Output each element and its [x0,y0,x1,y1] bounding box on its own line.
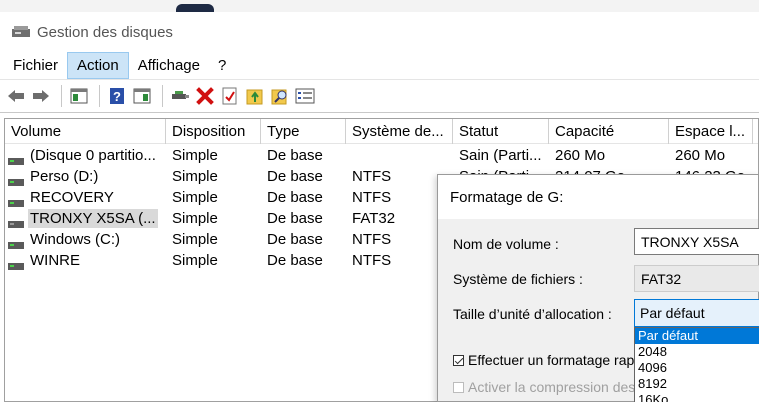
back-icon[interactable] [5,85,27,107]
window-title: Gestion des disques [37,23,173,41]
cell-disposition: Simple [172,147,218,164]
volume-icon [8,257,24,270]
dialog-title: Formatage de G: [438,175,758,219]
help-icon[interactable]: ? [106,85,128,107]
column-headers: Volume Disposition Type Système de... St… [5,119,758,144]
volume-name: Windows (C:) [30,231,121,248]
volume-name: RECOVERY [30,189,114,206]
toolbar-separator [99,85,100,107]
title-bar: Gestion des disques [0,12,759,52]
menu-help[interactable]: ? [209,52,235,79]
toolbar-separator [162,85,163,107]
quick-format-label: Effectuer un formatage rapide [468,352,653,368]
volume-name: Perso (D:) [30,168,99,185]
action-pane-icon[interactable] [131,85,153,107]
explore-icon[interactable] [269,85,291,107]
properties-icon[interactable] [219,85,241,107]
toolbar-separator [61,85,62,107]
disk-management-icon [11,24,31,40]
cell-type: De base [267,168,323,185]
allocation-option[interactable]: 8192 [635,376,759,392]
taskbar-tab [176,4,214,12]
cell-type: De base [267,210,323,227]
filesystem-select[interactable]: FAT32 [634,265,759,292]
volume-icon [8,152,24,165]
menu-action[interactable]: Action [67,52,129,79]
connect-icon[interactable] [169,85,191,107]
cell-free-space: 260 Mo [675,147,726,164]
column-header-filesystem[interactable]: Système de... [346,119,453,144]
open-icon[interactable] [244,85,266,107]
list-view-icon[interactable] [294,85,316,107]
console-tree-icon[interactable] [68,85,90,107]
cell-disposition: Simple [172,210,218,227]
compression-checkbox [453,381,464,393]
format-dialog: Formatage de G: Nom de volume : TRONXY X… [437,174,759,402]
cell-capacity: 260 Mo [555,147,606,164]
delete-icon[interactable] [194,85,216,107]
menu-bar: Fichier Action Affichage ? [0,52,759,79]
allocation-size-select[interactable]: Par défaut [634,299,759,327]
cell-status: Sain (Parti... [459,147,542,164]
allocation-size-dropdown: Par défaut 2048 4096 8192 16Ko [634,327,759,402]
column-header-status[interactable]: Statut [453,119,549,144]
toolbar: ? [0,79,759,113]
volume-icon [8,173,24,186]
volume-name: TRONXY X5SA (... [28,209,158,228]
volume-icon [8,215,24,228]
cell-disposition: Simple [172,252,218,269]
cell-type: De base [267,189,323,206]
cell-type: De base [267,147,323,164]
volume-icon [8,236,24,249]
volume-icon [8,194,24,207]
cell-disposition: Simple [172,189,218,206]
volume-name-input[interactable]: TRONXY X5SA [634,228,759,255]
taskbar-strip [0,0,759,12]
column-header-free-space[interactable]: Espace l... [669,119,753,144]
volume-name: (Disque 0 partitio... [30,147,156,164]
column-header-volume[interactable]: Volume [5,119,166,144]
volume-name: WINRE [30,252,80,269]
forward-icon[interactable] [30,85,52,107]
svg-text:?: ? [113,89,121,104]
allocation-option[interactable]: 4096 [635,360,759,376]
menu-file[interactable]: Fichier [4,52,67,79]
allocation-option[interactable]: 2048 [635,344,759,360]
volume-name-label: Nom de volume : [453,236,559,252]
menu-view[interactable]: Affichage [129,52,209,79]
allocation-option[interactable]: 16Ko [635,392,759,402]
cell-disposition: Simple [172,168,218,185]
cell-type: De base [267,231,323,248]
cell-type: De base [267,252,323,269]
allocation-size-label: Taille d’unité d’allocation : [453,306,612,322]
allocation-option[interactable]: Par défaut [635,328,759,344]
column-header-capacity[interactable]: Capacité [549,119,669,144]
column-header-type[interactable]: Type [261,119,346,144]
filesystem-label: Système de fichiers : [453,271,583,287]
quick-format-checkbox[interactable] [453,354,464,366]
quick-format-option[interactable]: Effectuer un formatage rapide [453,352,653,368]
cell-disposition: Simple [172,231,218,248]
column-header-disposition[interactable]: Disposition [166,119,261,144]
table-row[interactable]: (Disque 0 partitio... Simple De base Sai… [5,145,758,166]
